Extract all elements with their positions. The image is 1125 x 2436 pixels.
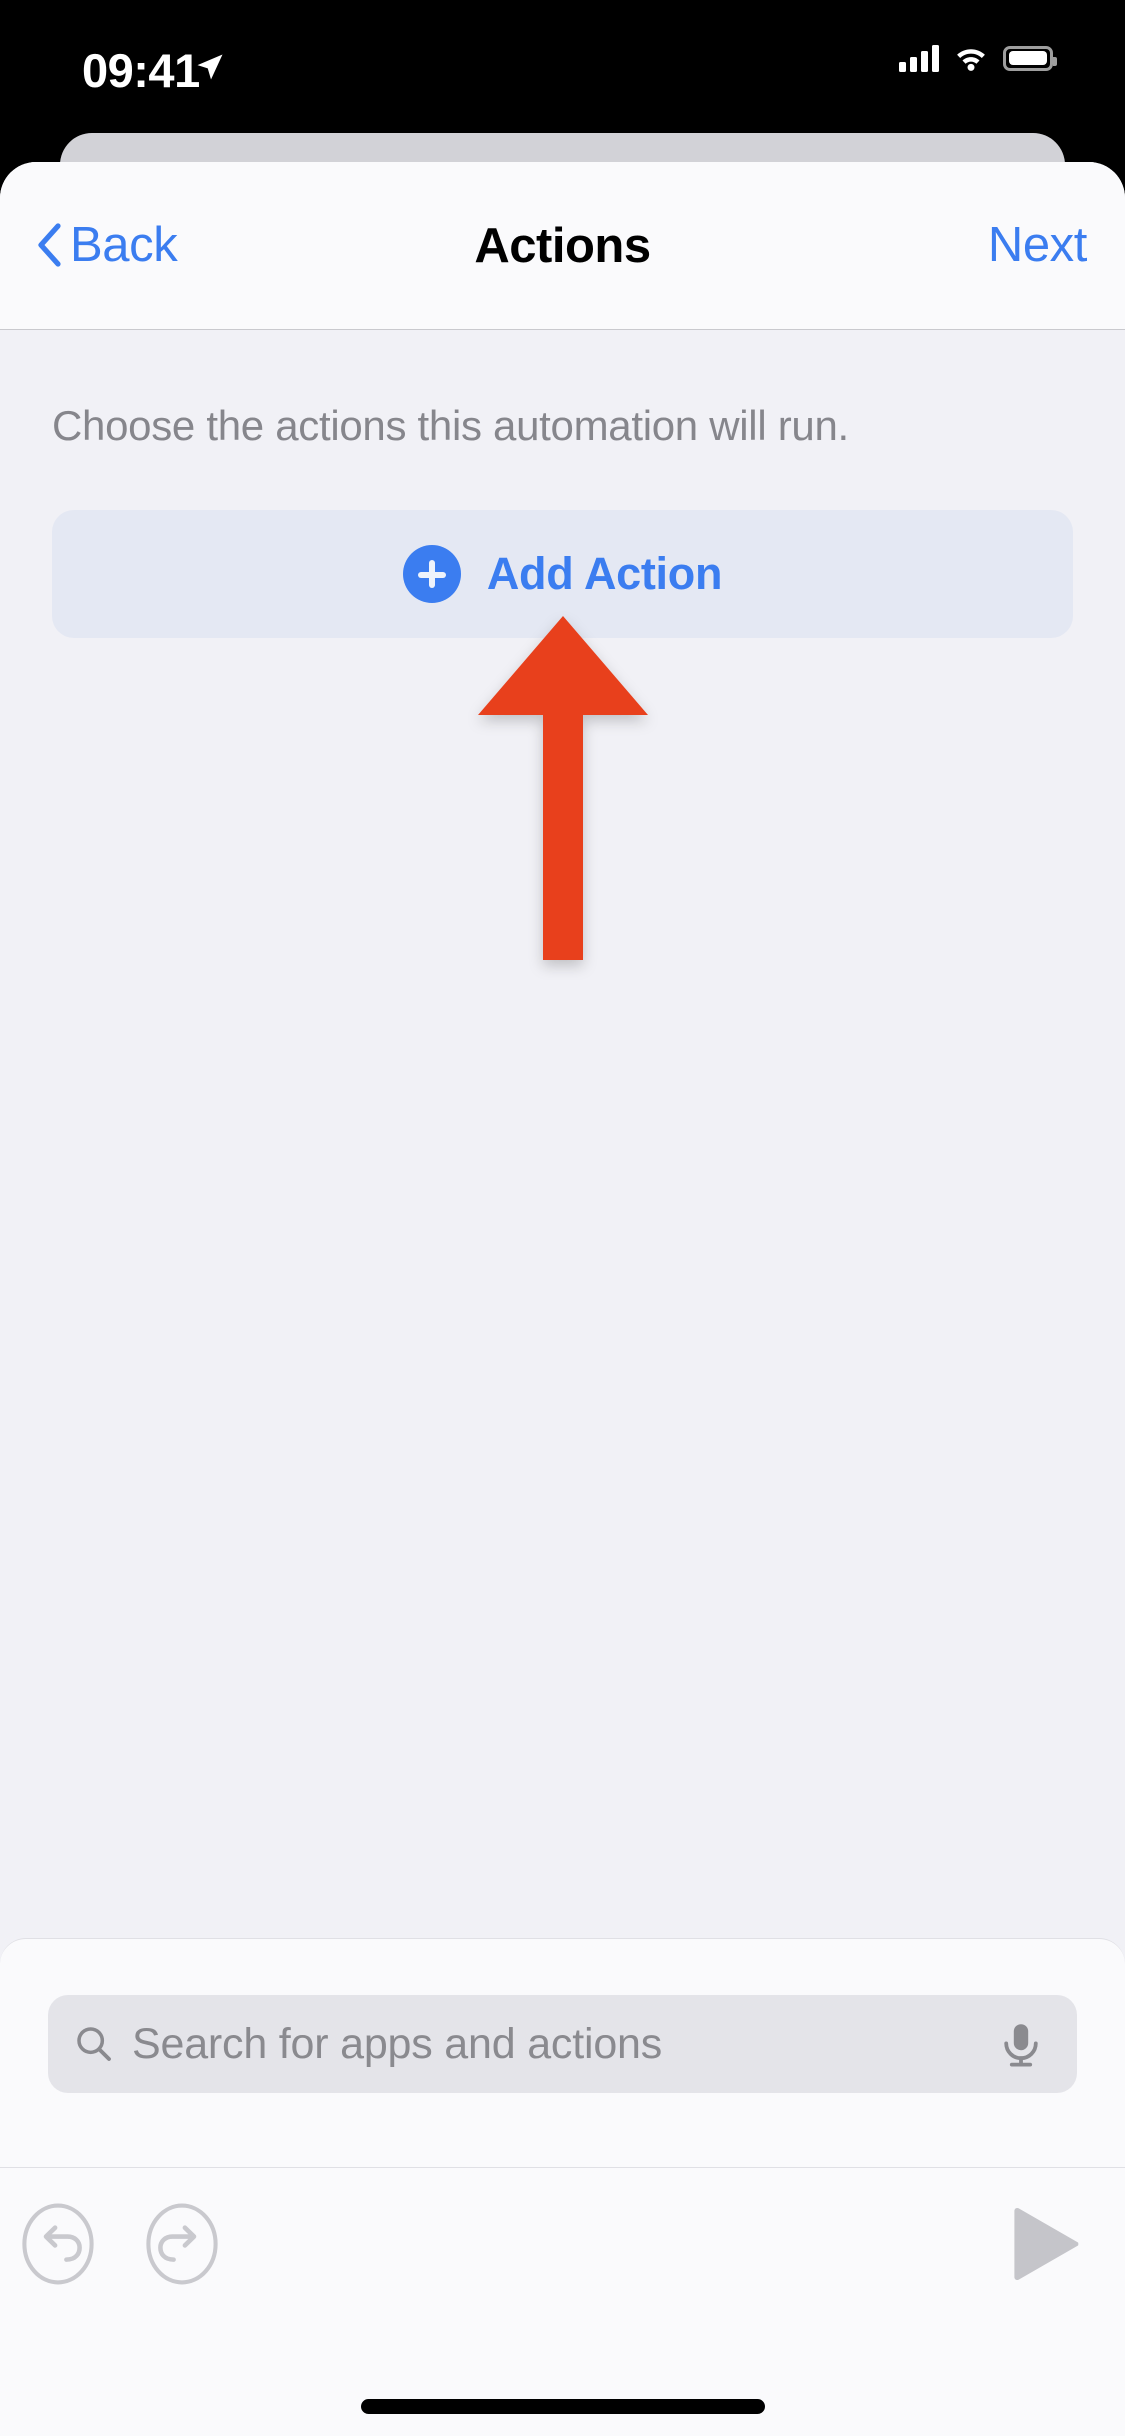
wifi-icon	[957, 49, 985, 71]
navigation-bar: Back Actions Next	[0, 162, 1125, 330]
plus-circle-icon	[402, 545, 461, 603]
microphone-icon[interactable]	[999, 2021, 1043, 2069]
add-action-label: Add Action	[486, 548, 723, 599]
home-indicator	[360, 2399, 765, 2414]
location-arrow-icon	[197, 54, 223, 80]
next-button[interactable]: Next	[988, 217, 1088, 273]
add-action-button[interactable]: Add Action	[52, 510, 1073, 638]
status-bar: 09:41	[0, 0, 1125, 133]
search-panel: Search for apps and actions	[0, 1938, 1125, 2168]
redo-icon[interactable]	[134, 2196, 230, 2292]
search-icon	[77, 2027, 111, 2061]
content-area: Choose the actions this automation will …	[0, 330, 1125, 2436]
search-input[interactable]: Search for apps and actions	[48, 1995, 1077, 2093]
bottom-toolbar	[0, 2168, 1125, 2436]
search-placeholder: Search for apps and actions	[132, 2019, 663, 2068]
play-icon[interactable]	[1007, 2200, 1087, 2288]
status-bar-indicators	[899, 44, 1057, 72]
page-title: Actions	[474, 219, 651, 273]
undo-icon[interactable]	[10, 2196, 106, 2292]
battery-icon	[1003, 45, 1057, 71]
cellular-signal-icon	[899, 44, 939, 72]
actions-sheet: Back Actions Next Choose the actions thi…	[0, 162, 1125, 2436]
status-bar-time: 09:41	[82, 44, 200, 97]
instruction-text: Choose the actions this automation will …	[52, 402, 849, 449]
iphone-screen: 09:41 Back Actions Next Choose the actio…	[0, 0, 1125, 2436]
